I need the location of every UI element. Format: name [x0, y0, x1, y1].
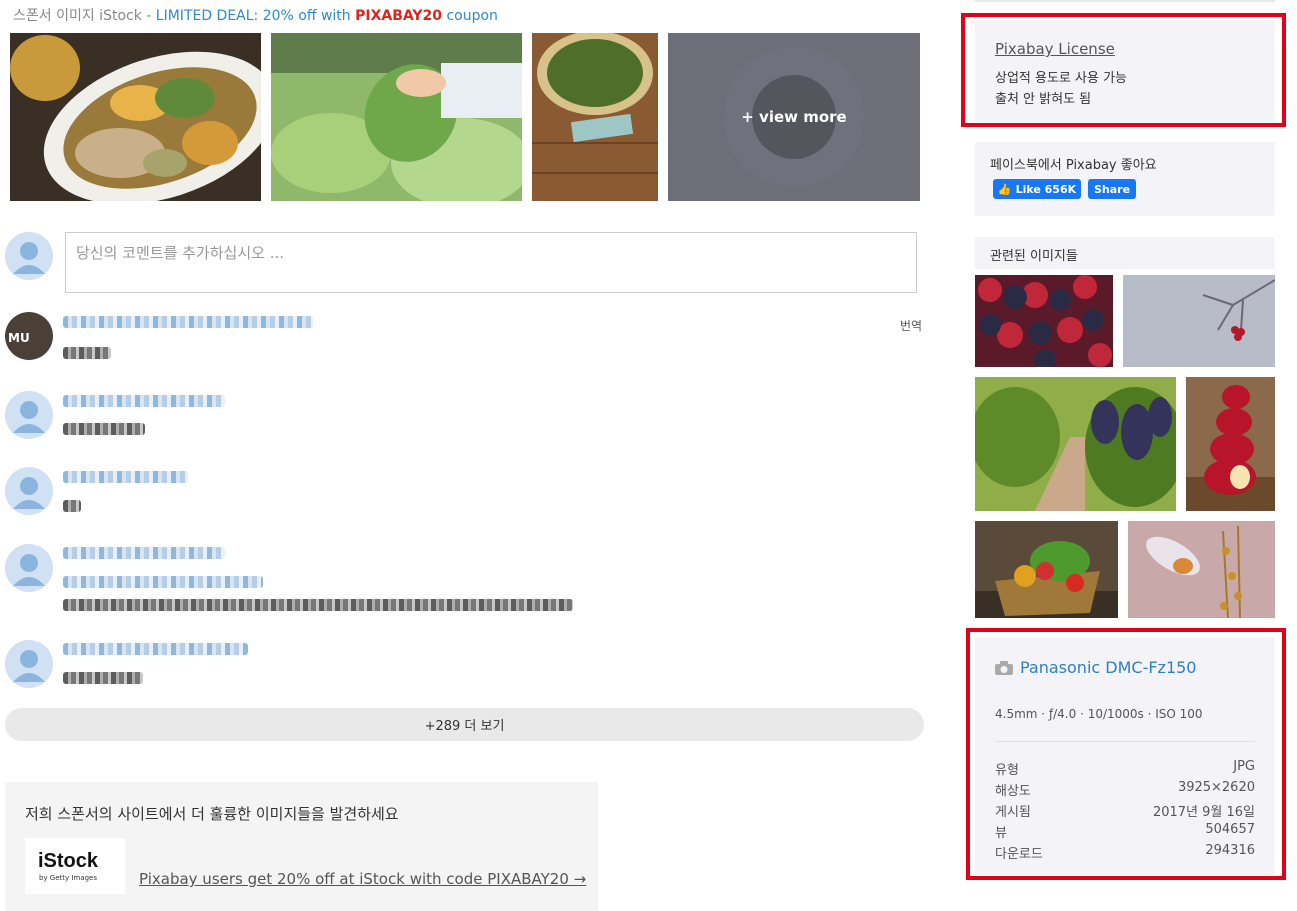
related-image-vegetable-basket[interactable]: [975, 521, 1118, 618]
related-image-apple[interactable]: [1186, 377, 1275, 511]
coupon-code: PIXABAY20: [355, 8, 442, 24]
facebook-text: 페이스북에서 Pixabay 좋아요: [990, 158, 1157, 173]
sponsor-deal-link[interactable]: LIMITED DEAL: 20% off with PIXABAY20 cou…: [156, 8, 498, 24]
current-user-avatar: [5, 232, 53, 280]
facebook-share-button[interactable]: Share: [1088, 179, 1136, 199]
related-image-winter-branch[interactable]: [1123, 275, 1275, 367]
comment-author[interactable]: [63, 643, 248, 655]
sponsor-view-more[interactable]: + view more: [668, 33, 920, 201]
commenter-avatar: [5, 544, 53, 592]
highlight-box: [961, 13, 1286, 127]
comment-author[interactable]: [63, 395, 225, 407]
comment-link[interactable]: [63, 576, 263, 588]
sponsor-image-herbs[interactable]: [532, 33, 658, 201]
comment-text: [63, 347, 111, 359]
comment-text: [63, 672, 143, 684]
translate-link[interactable]: 번역: [900, 317, 922, 334]
istock-logo-subtext: by Getty Images: [39, 874, 97, 882]
comment-author[interactable]: [63, 547, 225, 559]
comment-text: [63, 500, 81, 512]
comment-author[interactable]: [63, 471, 188, 483]
comment-input[interactable]: 당신의 코멘트를 추가하십시오 ...: [65, 232, 917, 293]
commenter-avatar: MU: [5, 312, 53, 360]
top-divider: [975, 0, 1275, 2]
related-images-title: 관련된 이미지들: [990, 249, 1078, 264]
view-more-label: + view more: [668, 33, 920, 201]
related-image-bird[interactable]: [1128, 521, 1275, 618]
sponsor-image-lettuce[interactable]: [271, 33, 522, 201]
sponsor-promo: 저희 스폰서의 사이트에서 더 훌륭한 이미지들을 발견하세요 iStock b…: [5, 782, 598, 911]
sponsor-image-salad[interactable]: [10, 33, 261, 201]
commenter-avatar: [5, 640, 53, 688]
avatar-initials: MU: [8, 331, 30, 345]
thumbs-up-icon: 👍: [997, 182, 1012, 196]
comment-text: [63, 599, 573, 611]
istock-logo-text: iStock: [38, 850, 99, 872]
related-images-header: 관련된 이미지들: [975, 237, 1275, 269]
highlight-box: [966, 628, 1286, 880]
related-image-vineyard[interactable]: [975, 377, 1176, 511]
commenter-avatar: [5, 391, 53, 439]
sponsor-bar: 스폰서 이미지 iStock - LIMITED DEAL: 20% off w…: [13, 5, 498, 25]
facebook-like-button[interactable]: 👍 Like 656K: [993, 179, 1081, 199]
promo-heading: 저희 스폰서의 사이트에서 더 훌륭한 이미지들을 발견하세요: [25, 805, 399, 823]
comment-author[interactable]: [63, 316, 313, 328]
commenter-avatar: [5, 467, 53, 515]
istock-logo[interactable]: iStock by Getty Images: [25, 838, 125, 894]
related-image-berries[interactable]: [975, 275, 1113, 367]
sponsor-prefix: 스폰서 이미지 iStock -: [13, 8, 156, 24]
promo-link[interactable]: Pixabay users get 20% off at iStock with…: [139, 870, 586, 888]
facebook-panel: 페이스북에서 Pixabay 좋아요 👍 Like 656K Share: [975, 142, 1275, 216]
load-more-comments-button[interactable]: +289 더 보기: [5, 708, 924, 741]
comment-text: [63, 423, 145, 435]
